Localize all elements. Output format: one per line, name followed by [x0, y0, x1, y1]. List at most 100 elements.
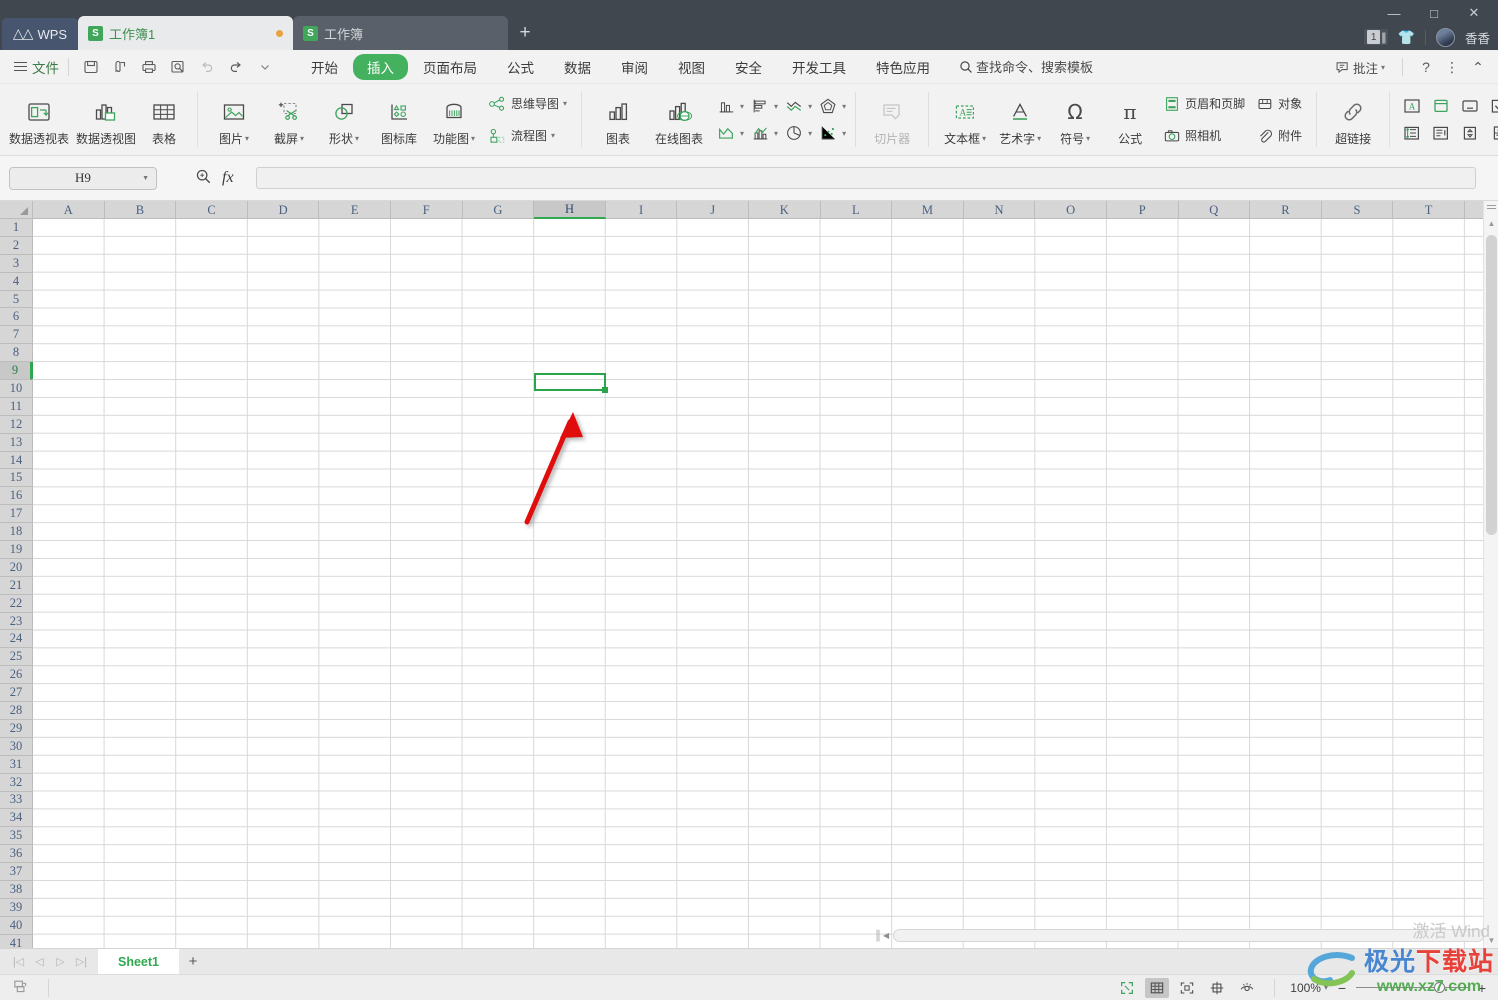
row-header-7[interactable]: 7 — [0, 326, 32, 345]
column-header-B[interactable]: B — [105, 201, 177, 219]
row-header-29[interactable]: 29 — [0, 720, 32, 738]
tab-developer-tools[interactable]: 开发工具 — [777, 54, 861, 80]
picture-button[interactable]: 图片 ▾ — [207, 86, 261, 153]
tab-insert[interactable]: 插入 — [353, 53, 408, 80]
row-header-21[interactable]: 21 — [0, 577, 32, 595]
row-header-35[interactable]: 35 — [0, 827, 32, 846]
row-header-8[interactable]: 8 — [0, 344, 32, 363]
row-header-5[interactable]: 5 — [0, 291, 32, 309]
minimize-button[interactable]: — — [1374, 0, 1414, 26]
tab-start[interactable]: 开始 — [296, 54, 353, 80]
print-icon[interactable] — [136, 55, 162, 79]
document-count-badge[interactable]: 1 ||| — [1364, 29, 1388, 45]
screenshot-button[interactable]: 截屏 ▾ — [262, 86, 316, 153]
textbox-button[interactable]: A 文本框 ▾ — [938, 86, 992, 153]
document-tab-2[interactable]: S 工作簿 — [293, 16, 508, 50]
column-chart-item[interactable]: ▾ — [713, 94, 744, 118]
pie-chart-item[interactable]: ▾ — [781, 121, 812, 145]
column-header-T[interactable]: T — [1393, 201, 1465, 219]
wordart-button[interactable]: 艺术字 ▾ — [993, 86, 1047, 153]
add-sheet-button[interactable]: + — [179, 949, 207, 975]
online-chart-button[interactable]: 在线图表 — [646, 86, 712, 153]
row-header-40[interactable]: 40 — [0, 917, 32, 935]
select-all-corner[interactable] — [0, 201, 33, 219]
hyperlink-button[interactable]: 超链接 — [1326, 86, 1380, 153]
row-header-3[interactable]: 3 — [0, 255, 32, 273]
wps-home-button[interactable]: △△ WPS — [2, 18, 78, 50]
help-icon[interactable]: ? — [1414, 55, 1438, 79]
column-header-A[interactable]: A — [33, 201, 105, 219]
document-tab-1[interactable]: S 工作簿1 — [78, 16, 293, 50]
bar-chart-item[interactable]: ▾ — [747, 94, 778, 118]
row-header-32[interactable]: 32 — [0, 774, 32, 792]
tab-review[interactable]: 审阅 — [606, 54, 663, 80]
column-header-L[interactable]: L — [821, 201, 893, 219]
collapse-ribbon-icon[interactable]: ⌃ — [1466, 55, 1490, 79]
header-footer-button[interactable]: 页眉和页脚 — [1158, 89, 1250, 119]
row-header-12[interactable]: 12 — [0, 416, 32, 434]
chart-button[interactable]: 图表 — [591, 86, 645, 153]
column-header-N[interactable]: N — [964, 201, 1036, 219]
row-header-1[interactable]: 1 — [0, 219, 32, 237]
comment-button[interactable]: 批注 ▾ — [1329, 56, 1391, 79]
column-header-P[interactable]: P — [1107, 201, 1179, 219]
row-header-20[interactable]: 20 — [0, 559, 32, 577]
column-header-E[interactable]: E — [319, 201, 391, 219]
column-header-D[interactable]: D — [248, 201, 320, 219]
save-icon[interactable] — [78, 55, 104, 79]
row-header-4[interactable]: 4 — [0, 273, 32, 291]
kebab-icon[interactable]: ⋮ — [1440, 55, 1464, 79]
row-header-23[interactable]: 23 — [0, 613, 32, 631]
tab-page-layout[interactable]: 页面布局 — [408, 54, 492, 80]
magnifier-icon[interactable] — [195, 168, 212, 189]
scatter-chart-item[interactable]: ▾ — [815, 121, 846, 145]
radar-chart-item[interactable]: ▾ — [815, 94, 846, 118]
row-header-2[interactable]: 2 — [0, 237, 32, 255]
mindmap-button[interactable]: 思维导图 ▾ — [482, 89, 572, 119]
attachment-button[interactable]: 附件 — [1251, 121, 1307, 151]
row-header-34[interactable]: 34 — [0, 809, 32, 828]
new-tab-button[interactable]: + — [508, 16, 542, 50]
print-preview-icon[interactable] — [165, 55, 191, 79]
scroll-left-arrow[interactable]: ◀ — [883, 931, 889, 940]
textbox-control-icon[interactable] — [1428, 94, 1454, 118]
split-grip-icon[interactable] — [1487, 205, 1496, 211]
formula-button[interactable]: π 公式 — [1103, 86, 1157, 153]
normal-view-icon[interactable] — [1145, 977, 1170, 998]
reading-layout-icon[interactable] — [1235, 978, 1259, 998]
icon-library-button[interactable]: 图标库 — [372, 86, 426, 153]
row-header-31[interactable]: 31 — [0, 756, 32, 774]
row-header-6[interactable]: 6 — [0, 308, 32, 327]
row-header-18[interactable]: 18 — [0, 523, 32, 542]
object-button[interactable]: 对象 — [1251, 89, 1307, 119]
row-header-14[interactable]: 14 — [0, 452, 32, 470]
label-control-icon[interactable]: A — [1399, 94, 1425, 118]
first-sheet-button[interactable]: |◁ — [8, 951, 29, 973]
record-macro-icon[interactable] — [12, 978, 29, 998]
vertical-scroll-thumb[interactable] — [1486, 235, 1497, 535]
column-header-H[interactable]: H — [534, 201, 606, 219]
row-header-41[interactable]: 41 — [0, 935, 32, 948]
prev-sheet-button[interactable]: ◁ — [29, 951, 50, 973]
column-header-J[interactable]: J — [677, 201, 749, 219]
flowchart-button[interactable]: 流程图 ▾ — [482, 121, 572, 151]
vertical-scrollbar[interactable]: ▲ ▼ — [1483, 201, 1498, 948]
combo-chart-item[interactable]: ▾ — [747, 121, 778, 145]
row-header-11[interactable]: 11 — [0, 398, 32, 416]
zoom-in-button[interactable]: + — [1474, 980, 1490, 996]
column-header-F[interactable]: F — [391, 201, 463, 219]
row-header-27[interactable]: 27 — [0, 684, 32, 703]
next-sheet-button[interactable]: ▷ — [50, 951, 71, 973]
zoom-out-button[interactable]: − — [1334, 980, 1350, 996]
row-header-38[interactable]: 38 — [0, 881, 32, 899]
sheet-tab-sheet1[interactable]: Sheet1 — [98, 948, 179, 975]
column-header-C[interactable]: C — [176, 201, 248, 219]
file-menu-button[interactable]: 文件 — [14, 57, 59, 77]
redo-icon[interactable] — [223, 55, 249, 79]
area-chart-item[interactable]: ▾ — [713, 121, 744, 145]
listbox-control-icon[interactable] — [1428, 121, 1454, 145]
close-button[interactable]: ✕ — [1454, 0, 1494, 26]
horizontal-split-grip-icon[interactable]: ∥ — [875, 928, 881, 942]
line-chart-item[interactable]: ▾ — [781, 94, 812, 118]
save-as-icon[interactable] — [107, 55, 133, 79]
